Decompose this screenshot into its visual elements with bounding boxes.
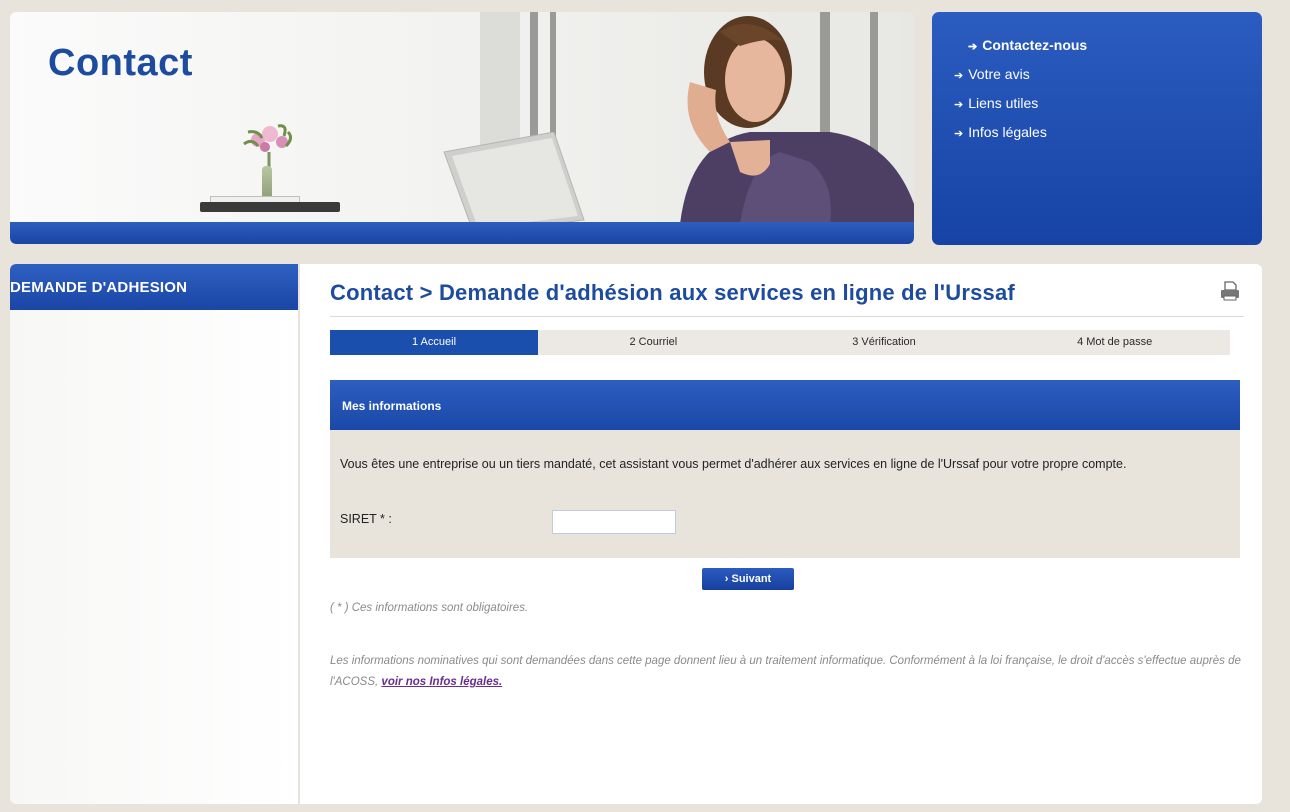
next-button[interactable]: › Suivant bbox=[702, 568, 794, 590]
step-verification[interactable]: 3 Vérification bbox=[769, 330, 1000, 355]
info-panel-heading: Mes informations bbox=[330, 380, 1240, 430]
laptop-image bbox=[443, 132, 585, 234]
main-content: Contact > Demande d'adhésion aux service… bbox=[300, 264, 1262, 804]
required-fields-note: ( * ) Ces informations sont obligatoires… bbox=[330, 602, 529, 614]
nav-link-label: Votre avis bbox=[968, 66, 1030, 82]
step-accueil[interactable]: 1 Accueil bbox=[330, 330, 538, 355]
nav-link-label: Liens utiles bbox=[968, 95, 1039, 111]
sidebar: DEMANDE D'ADHESION bbox=[10, 264, 298, 804]
siret-label: SIRET * : bbox=[340, 512, 392, 526]
nav-link-infos-legales[interactable]: ➔ Infos légales bbox=[954, 119, 1240, 148]
legal-info-link[interactable]: voir nos Infos légales. bbox=[381, 676, 502, 688]
arrow-right-icon: ➔ bbox=[968, 41, 978, 53]
arrow-right-icon: ➔ bbox=[954, 99, 964, 111]
sidebar-heading: DEMANDE D'ADHESION bbox=[10, 264, 298, 310]
arrow-right-icon: ➔ bbox=[954, 70, 964, 82]
hero-title: Contact bbox=[48, 42, 193, 84]
step-courriel[interactable]: 2 Courriel bbox=[538, 330, 769, 355]
nav-link-votre-avis[interactable]: ➔ Votre avis bbox=[954, 61, 1240, 90]
nav-link-label: Contactez-nous bbox=[982, 37, 1088, 53]
hero-banner: Contact bbox=[10, 12, 914, 244]
shelf-image bbox=[200, 202, 340, 212]
page-title: Contact > Demande d'adhésion aux service… bbox=[330, 280, 1015, 305]
top-navigation: ➔ Contactez-nous ➔ Votre avis ➔ Liens utile… bbox=[932, 12, 1262, 245]
title-divider bbox=[330, 316, 1244, 317]
legal-notice: Les informations nominatives qui sont de… bbox=[330, 651, 1245, 693]
arrow-right-icon: ➔ bbox=[954, 128, 964, 140]
flower-bouquet-image bbox=[243, 124, 293, 170]
step-mot-de-passe[interactable]: 4 Mot de passe bbox=[999, 330, 1230, 355]
nav-link-liens-utiles[interactable]: ➔ Liens utiles bbox=[954, 90, 1240, 119]
nav-link-contactez-nous[interactable]: ➔ Contactez-nous bbox=[954, 32, 1240, 61]
nav-link-label: Infos légales bbox=[968, 124, 1047, 140]
print-icon[interactable] bbox=[1220, 280, 1240, 302]
woman-photo-image bbox=[680, 16, 914, 224]
info-description: Vous êtes une entreprise ou un tiers man… bbox=[340, 457, 1127, 471]
info-panel: Mes informations Vous êtes une entrepris… bbox=[330, 380, 1240, 558]
siret-input[interactable] bbox=[552, 510, 676, 534]
hero-bottom-bar bbox=[10, 222, 914, 244]
wizard-steps: 1 Accueil 2 Courriel 3 Vérification 4 Mo… bbox=[330, 330, 1230, 355]
